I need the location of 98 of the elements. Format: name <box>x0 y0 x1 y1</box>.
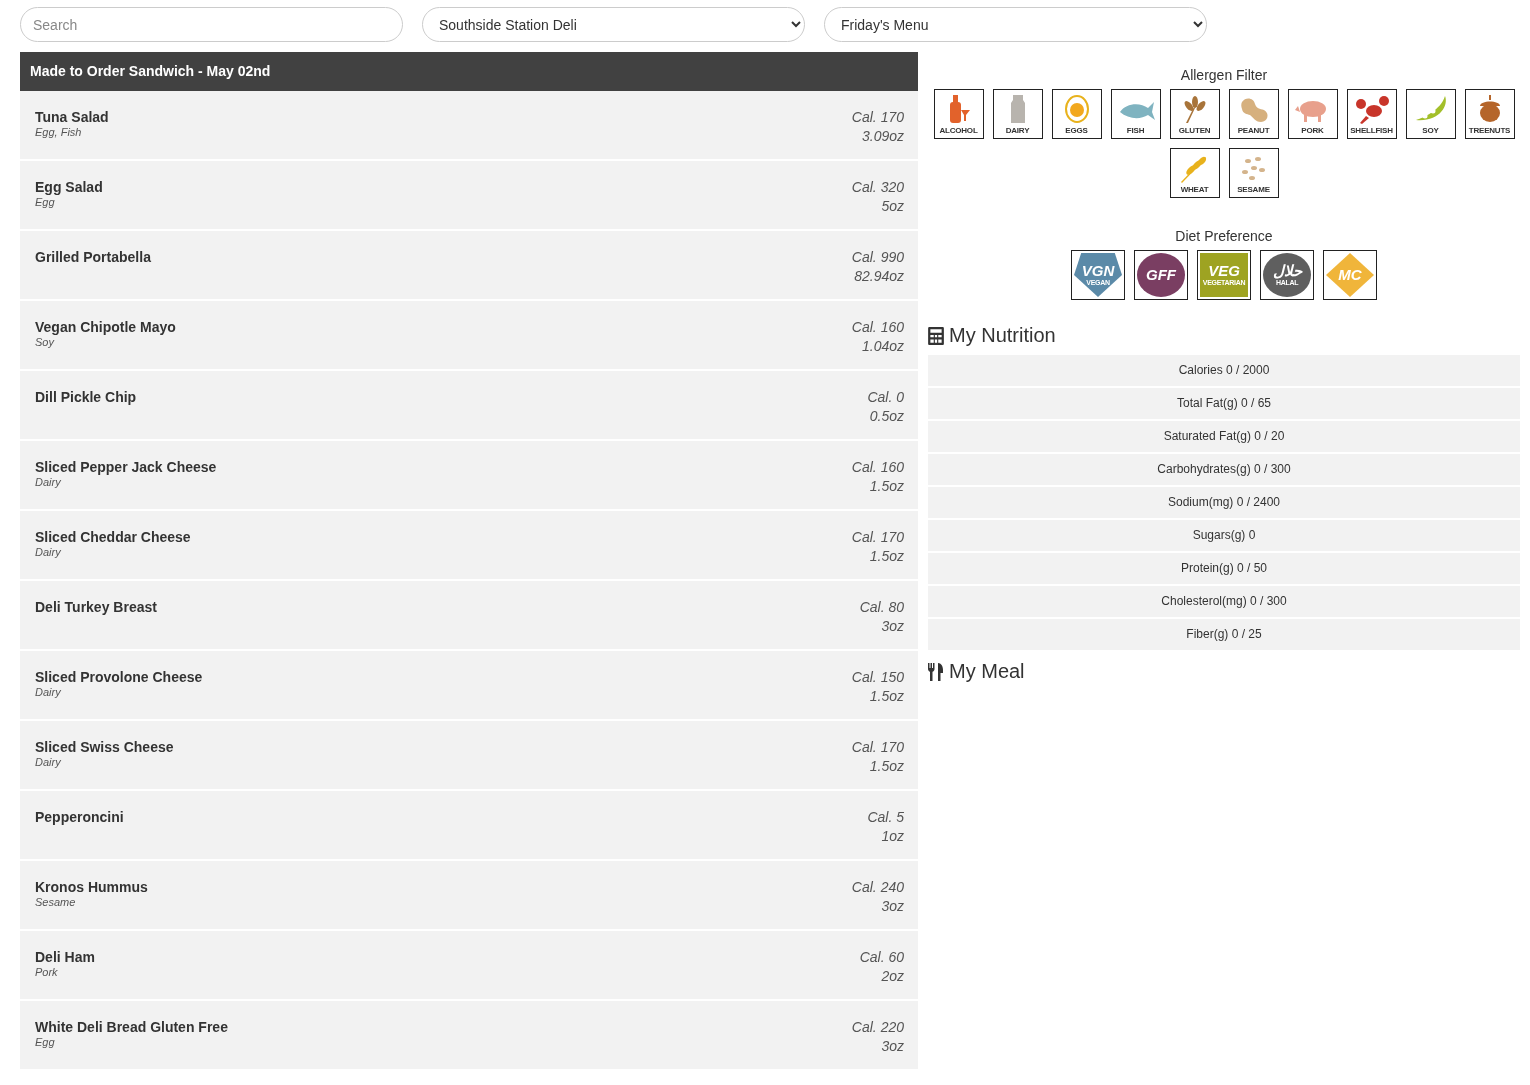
item-allergens: Dairy <box>35 686 62 698</box>
item-name: Deli Turkey Breast <box>35 598 157 616</box>
menu-item[interactable]: Sliced Provolone Cheese Dairy Cal. 150 1.5oz <box>20 651 918 719</box>
item-portion: 3.09oz <box>861 127 904 146</box>
item-calories: Cal. 170 <box>851 528 904 547</box>
fork-knife-icon <box>928 662 944 681</box>
item-portion: 1.5oz <box>869 687 904 706</box>
item-calories: Cal. 220 <box>851 1018 904 1037</box>
menu-select[interactable]: Friday's Menu <box>824 7 1207 42</box>
menu-item[interactable]: Deli Ham Pork Cal. 60 2oz <box>20 931 918 999</box>
nutrition-row: Cholesterol(mg) 0 / 300 <box>928 586 1520 617</box>
item-allergens: Egg <box>35 196 56 208</box>
nutrition-row: Saturated Fat(g) 0 / 20 <box>928 421 1520 452</box>
nutrition-title: My Nutrition <box>949 324 1056 347</box>
calculator-icon <box>928 326 944 345</box>
item-allergens: Dairy <box>35 546 62 558</box>
item-name: Egg Salad <box>35 178 103 196</box>
item-portion: 5oz <box>881 197 904 216</box>
diet-preference-button[interactable]: GFF <box>1134 250 1188 300</box>
item-allergens: Dairy <box>35 476 62 488</box>
item-calories: Cal. 80 <box>859 598 904 617</box>
menu-item[interactable]: Grilled Portabella Cal. 990 82.94oz <box>20 231 918 299</box>
menu-item[interactable]: Sliced Cheddar Cheese Dairy Cal. 170 1.5oz <box>20 511 918 579</box>
item-name: Sliced Swiss Cheese <box>35 738 174 756</box>
nutrition-row: Protein(g) 0 / 50 <box>928 553 1520 584</box>
item-portion: 2oz <box>881 967 904 986</box>
item-allergens: Egg, Fish <box>35 126 83 138</box>
menu-title: Made to Order Sandwich - May 02nd <box>20 52 918 91</box>
item-portion: 1.04oz <box>861 337 904 356</box>
allergen-filter-button[interactable]: DAIRY <box>992 89 1043 139</box>
item-name: White Deli Bread Gluten Free <box>35 1018 228 1036</box>
nutrition-row: Sugars(g) 0 <box>928 520 1520 551</box>
item-calories: Cal. 170 <box>851 108 904 127</box>
allergen-filter-button[interactable]: WHEAT <box>1169 148 1220 198</box>
item-name: Kronos Hummus <box>35 878 148 896</box>
allergen-filter-button[interactable]: SESAME <box>1228 148 1279 198</box>
item-calories: Cal. 170 <box>851 738 904 757</box>
item-portion: 1.5oz <box>869 477 904 496</box>
allergen-filter-button[interactable]: TREENUTS <box>1464 89 1515 139</box>
allergen-filter-button[interactable]: PEANUT <box>1228 89 1279 139</box>
item-portion: 82.94oz <box>854 267 904 286</box>
item-name: Sliced Cheddar Cheese <box>35 528 191 546</box>
item-portion: 1.5oz <box>869 547 904 566</box>
item-allergens: Egg <box>35 1036 56 1048</box>
menu-item[interactable]: White Deli Bread Gluten Free Egg Cal. 220 3oz <box>20 1001 918 1069</box>
meal-title: My Meal <box>949 660 1025 683</box>
menu-item[interactable]: Sliced Pepper Jack Cheese Dairy Cal. 160 1.5oz <box>20 441 918 509</box>
item-portion: 3oz <box>881 897 904 916</box>
item-calories: Cal. 320 <box>851 178 904 197</box>
diet-preference-title: Diet Preference <box>1174 228 1274 244</box>
item-name: Sliced Pepper Jack Cheese <box>35 458 217 476</box>
item-calories: Cal. 5 <box>867 808 904 827</box>
item-calories: Cal. 160 <box>851 458 904 477</box>
menu-item[interactable]: Vegan Chipotle Mayo Soy Cal. 160 1.04oz <box>20 301 918 369</box>
item-allergens: Dairy <box>35 756 62 768</box>
item-name: Pepperoncini <box>35 808 124 826</box>
item-allergens: Sesame <box>35 896 77 908</box>
allergen-filter-button[interactable]: SOY <box>1405 89 1456 139</box>
menu-item[interactable]: Kronos Hummus Sesame Cal. 240 3oz <box>20 861 918 929</box>
allergen-filter-button[interactable]: SHELLFISH <box>1346 89 1397 139</box>
item-portion: 1.5oz <box>869 757 904 776</box>
nutrition-row: Calories 0 / 2000 <box>928 355 1520 386</box>
item-name: Deli Ham <box>35 948 95 966</box>
item-name: Tuna Salad <box>35 108 109 126</box>
item-allergens: Soy <box>35 336 56 348</box>
allergen-filter-button[interactable]: FISH <box>1110 89 1161 139</box>
item-portion: 1oz <box>881 827 904 846</box>
item-portion: 0.5oz <box>869 407 904 426</box>
item-calories: Cal. 60 <box>859 948 904 967</box>
item-calories: Cal. 990 <box>851 248 904 267</box>
menu-item[interactable]: Pepperoncini Cal. 5 1oz <box>20 791 918 859</box>
nutrition-row: Fiber(g) 0 / 25 <box>928 619 1520 650</box>
allergen-filter-button[interactable]: GLUTEN <box>1169 89 1220 139</box>
location-select[interactable]: Southside Station Deli <box>422 7 805 42</box>
item-portion: 3oz <box>881 617 904 636</box>
menu-item[interactable]: Dill Pickle Chip Cal. 0 0.5oz <box>20 371 918 439</box>
item-name: Vegan Chipotle Mayo <box>35 318 176 336</box>
nutrition-row: Sodium(mg) 0 / 2400 <box>928 487 1520 518</box>
allergen-filter-title: Allergen Filter <box>1179 67 1269 83</box>
allergen-filter-button[interactable]: ALCOHOL <box>933 89 984 139</box>
nutrition-row: Carbohydrates(g) 0 / 300 <box>928 454 1520 485</box>
item-name: Sliced Provolone Cheese <box>35 668 203 686</box>
nutrition-row: Total Fat(g) 0 / 65 <box>928 388 1520 419</box>
search-field[interactable]: Search <box>20 7 403 42</box>
menu-item[interactable]: Tuna Salad Egg, Fish Cal. 170 3.09oz <box>20 91 918 159</box>
item-calories: Cal. 150 <box>851 668 904 687</box>
item-calories: Cal. 160 <box>851 318 904 337</box>
menu-item[interactable]: Sliced Swiss Cheese Dairy Cal. 170 1.5oz <box>20 721 918 789</box>
item-calories: Cal. 240 <box>851 878 904 897</box>
allergen-filter-button[interactable]: EGGS <box>1051 89 1102 139</box>
item-allergens: Pork <box>35 966 59 978</box>
item-calories: Cal. 0 <box>867 388 904 407</box>
menu-item[interactable]: Deli Turkey Breast Cal. 80 3oz <box>20 581 918 649</box>
menu-item[interactable]: Egg Salad Egg Cal. 320 5oz <box>20 161 918 229</box>
item-portion: 3oz <box>881 1037 904 1056</box>
allergen-filter-button[interactable]: PORK <box>1287 89 1338 139</box>
item-name: Dill Pickle Chip <box>35 388 137 406</box>
item-name: Grilled Portabella <box>35 248 151 266</box>
